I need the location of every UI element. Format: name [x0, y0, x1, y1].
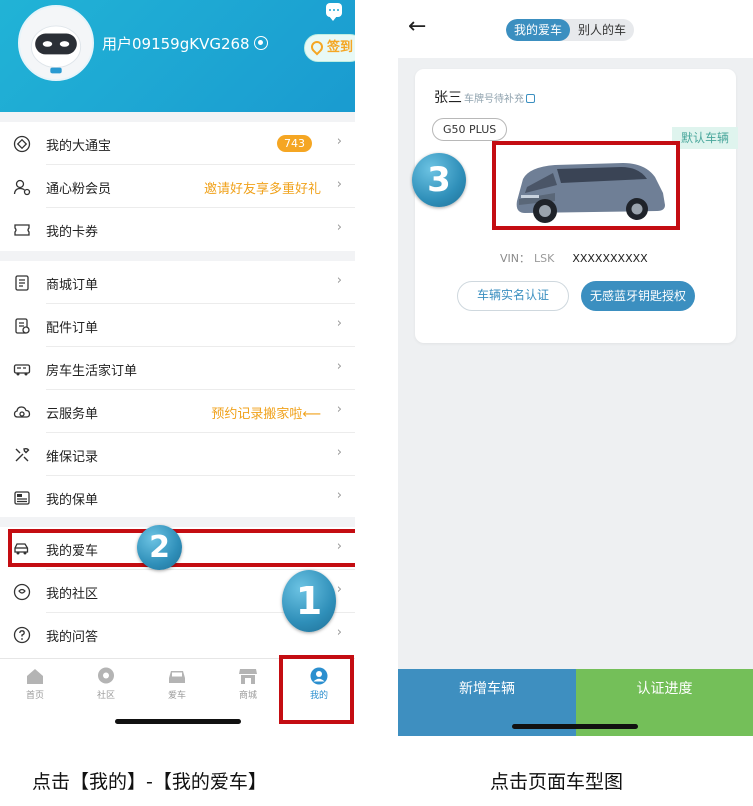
- highlight-mine-tab: [279, 655, 354, 724]
- menu-item-label: 通心粉会员: [46, 182, 112, 197]
- menu-item-label: 维保记录: [46, 450, 99, 465]
- chevron-right-icon: ›: [336, 402, 342, 417]
- robot-avatar-icon: [20, 7, 92, 79]
- chevron-right-icon: ›: [336, 273, 342, 288]
- back-arrow-icon[interactable]: ←: [408, 16, 426, 38]
- coupon-icon: [13, 221, 31, 239]
- parts-order-icon: [13, 317, 31, 335]
- caption-left: 点击【我的】-【我的爱车】: [32, 771, 267, 793]
- chevron-right-icon: ›: [336, 488, 342, 503]
- username: 用户09159gKVG268: [102, 33, 268, 54]
- menu-item[interactable]: 云服务单 预约记录搬家啦⟵ ›: [0, 390, 355, 433]
- model-tag: G50 PLUS: [432, 118, 508, 141]
- chevron-right-icon: ›: [336, 177, 342, 192]
- menu-item[interactable]: 我的大通宝 743 ›: [0, 122, 355, 165]
- menu-item[interactable]: 我的卡券 ›: [0, 208, 355, 251]
- top-bar: ← 我的爱车 别人的车: [398, 0, 753, 58]
- wrench-icon: [13, 446, 31, 464]
- step-3-badge: 3: [412, 153, 466, 207]
- menu-item[interactable]: 通心粉会员 邀请好友享多重好礼 ›: [0, 165, 355, 208]
- chevron-right-icon: ›: [336, 625, 342, 640]
- chevron-right-icon: ›: [336, 359, 342, 374]
- order-list-icon: [13, 274, 31, 292]
- edit-icon[interactable]: [526, 94, 535, 103]
- default-vehicle-tag: 默认车辆: [672, 127, 738, 149]
- points-badge: 743: [277, 135, 312, 152]
- tab-0[interactable]: 首页: [13, 667, 57, 701]
- vin-row: VIN： LSK XXXXXXXXXX: [500, 252, 648, 265]
- chevron-right-icon: ›: [336, 445, 342, 460]
- chevron-right-icon: ›: [336, 316, 342, 331]
- divider: [0, 517, 355, 527]
- tab-label: 社区: [96, 691, 115, 701]
- menu-item[interactable]: 房车生活家订单 ›: [0, 347, 355, 390]
- policy-icon: [13, 489, 31, 507]
- divider: [0, 112, 355, 122]
- member-icon: [13, 178, 31, 196]
- chat-bubble-icon: [96, 667, 116, 685]
- message-icon[interactable]: [326, 3, 342, 21]
- menu-item-label: 云服务单: [46, 407, 99, 422]
- avatar[interactable]: [18, 5, 94, 81]
- menu-item-label: 房车生活家订单: [46, 364, 138, 379]
- menu-item[interactable]: 商城订单 ›: [0, 261, 355, 304]
- checkin-button[interactable]: 签到: [304, 34, 355, 62]
- menu-item-label: 商城订单: [46, 278, 99, 293]
- step-1-badge: 1: [282, 570, 336, 632]
- certified-icon: [253, 36, 268, 50]
- menu-item[interactable]: 维保记录 ›: [0, 433, 355, 476]
- tab-label: 商城: [238, 691, 257, 701]
- rv-icon: [13, 360, 31, 378]
- menu-item[interactable]: 配件订单 ›: [0, 304, 355, 347]
- tab-others-car[interactable]: 别人的车: [570, 19, 634, 41]
- tutorial-image: 用户09159gKVG268 签到 我的大通宝 743 › 通心粉会员 邀请好友享多重好…: [0, 0, 753, 806]
- location-pin-icon: [308, 38, 326, 56]
- car-segment-control: 我的爱车 别人的车: [506, 19, 635, 41]
- owner-name: 张三 车牌号待补充: [434, 87, 535, 107]
- chevron-right-icon: ›: [336, 220, 342, 235]
- chevron-right-icon: ›: [336, 582, 342, 597]
- chevron-right-icon: ›: [336, 134, 342, 149]
- menu-item-label: 配件订单: [46, 321, 99, 336]
- my-page-screen: 用户09159gKVG268 签到 我的大通宝 743 › 通心粉会员 邀请好友享多重好…: [0, 0, 355, 736]
- tab-my-car[interactable]: 我的爱车: [506, 19, 571, 41]
- store-icon: [238, 667, 258, 685]
- my-car-screen: ← 我的爱车 别人的车 张三 车牌号待补充 G50 PLUS 默认车辆 VIN：…: [398, 0, 753, 736]
- question-icon: [13, 626, 31, 644]
- tab-label: 首页: [25, 691, 44, 701]
- diamond-icon: [13, 135, 31, 153]
- menu-item[interactable]: 我的保单 ›: [0, 476, 355, 519]
- cloud-service-icon: [13, 403, 31, 421]
- tab-2[interactable]: 爱车: [155, 667, 199, 701]
- menu-item-label: 我的卡券: [46, 225, 99, 240]
- step-2-badge: 2: [137, 525, 182, 570]
- tab-1[interactable]: 社区: [84, 667, 128, 701]
- home-indicator: [512, 724, 638, 729]
- tab-label: 爱车: [167, 691, 186, 701]
- menu-item-label: 我的社区: [46, 587, 99, 602]
- highlight-car-image: [492, 141, 680, 230]
- menu-item-label: 我的保单: [46, 493, 99, 508]
- caption-right: 点击页面车型图: [490, 771, 624, 793]
- home-icon: [25, 667, 45, 685]
- menu-item-label: 我的问答: [46, 630, 99, 645]
- menu-item-note: 邀请好友享多重好礼: [203, 182, 321, 197]
- vehicle-verify-button[interactable]: 车辆实名认证: [457, 281, 569, 311]
- bluetooth-key-button[interactable]: 无感蓝牙钥匙授权: [581, 281, 695, 311]
- divider: [0, 251, 355, 261]
- tab-3[interactable]: 商城: [226, 667, 270, 701]
- menu-item-label: 我的大通宝: [46, 139, 112, 154]
- home-indicator: [115, 719, 241, 724]
- profile-header: 用户09159gKVG268 签到: [0, 0, 355, 112]
- community-icon: [13, 583, 31, 601]
- plate-hint: 车牌号待补充: [464, 94, 524, 105]
- car-front-icon: [167, 667, 187, 685]
- menu-item-note: 预约记录搬家啦⟵: [211, 407, 321, 422]
